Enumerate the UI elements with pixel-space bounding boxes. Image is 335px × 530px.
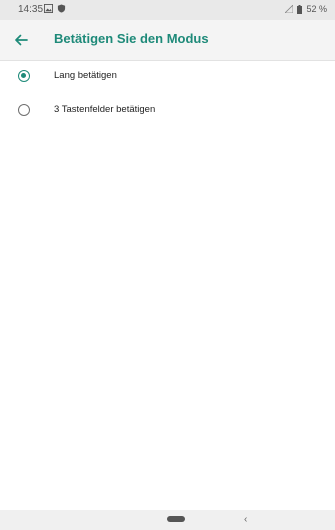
battery-percent: 52 % bbox=[306, 4, 327, 14]
status-time: 14:35 bbox=[18, 4, 44, 15]
option-lang-betaetigen[interactable]: Lang betätigen bbox=[0, 60, 335, 94]
option-label: 3 Tastenfelder betätigen bbox=[54, 104, 156, 115]
arrow-left-icon bbox=[15, 34, 28, 46]
option-label: Lang betätigen bbox=[54, 70, 117, 81]
option-3-tastenfelder[interactable]: 3 Tastenfelder betätigen bbox=[0, 94, 335, 128]
status-bar: 14:35 52 % bbox=[0, 0, 335, 20]
image-icon bbox=[44, 4, 53, 13]
nav-back-button[interactable]: ‹ bbox=[244, 514, 247, 525]
back-button[interactable] bbox=[10, 29, 32, 51]
page-title: Betätigen Sie den Modus bbox=[54, 31, 209, 46]
navigation-bar: ‹ bbox=[0, 510, 335, 530]
app-bar: Betätigen Sie den Modus bbox=[0, 20, 335, 61]
shield-icon bbox=[57, 4, 66, 13]
battery-icon bbox=[297, 4, 303, 14]
radio-button[interactable] bbox=[18, 104, 30, 116]
home-button[interactable] bbox=[167, 516, 185, 522]
radio-button-selected[interactable] bbox=[18, 70, 30, 82]
signal-icon bbox=[285, 5, 294, 13]
status-right: 52 % bbox=[285, 4, 327, 14]
